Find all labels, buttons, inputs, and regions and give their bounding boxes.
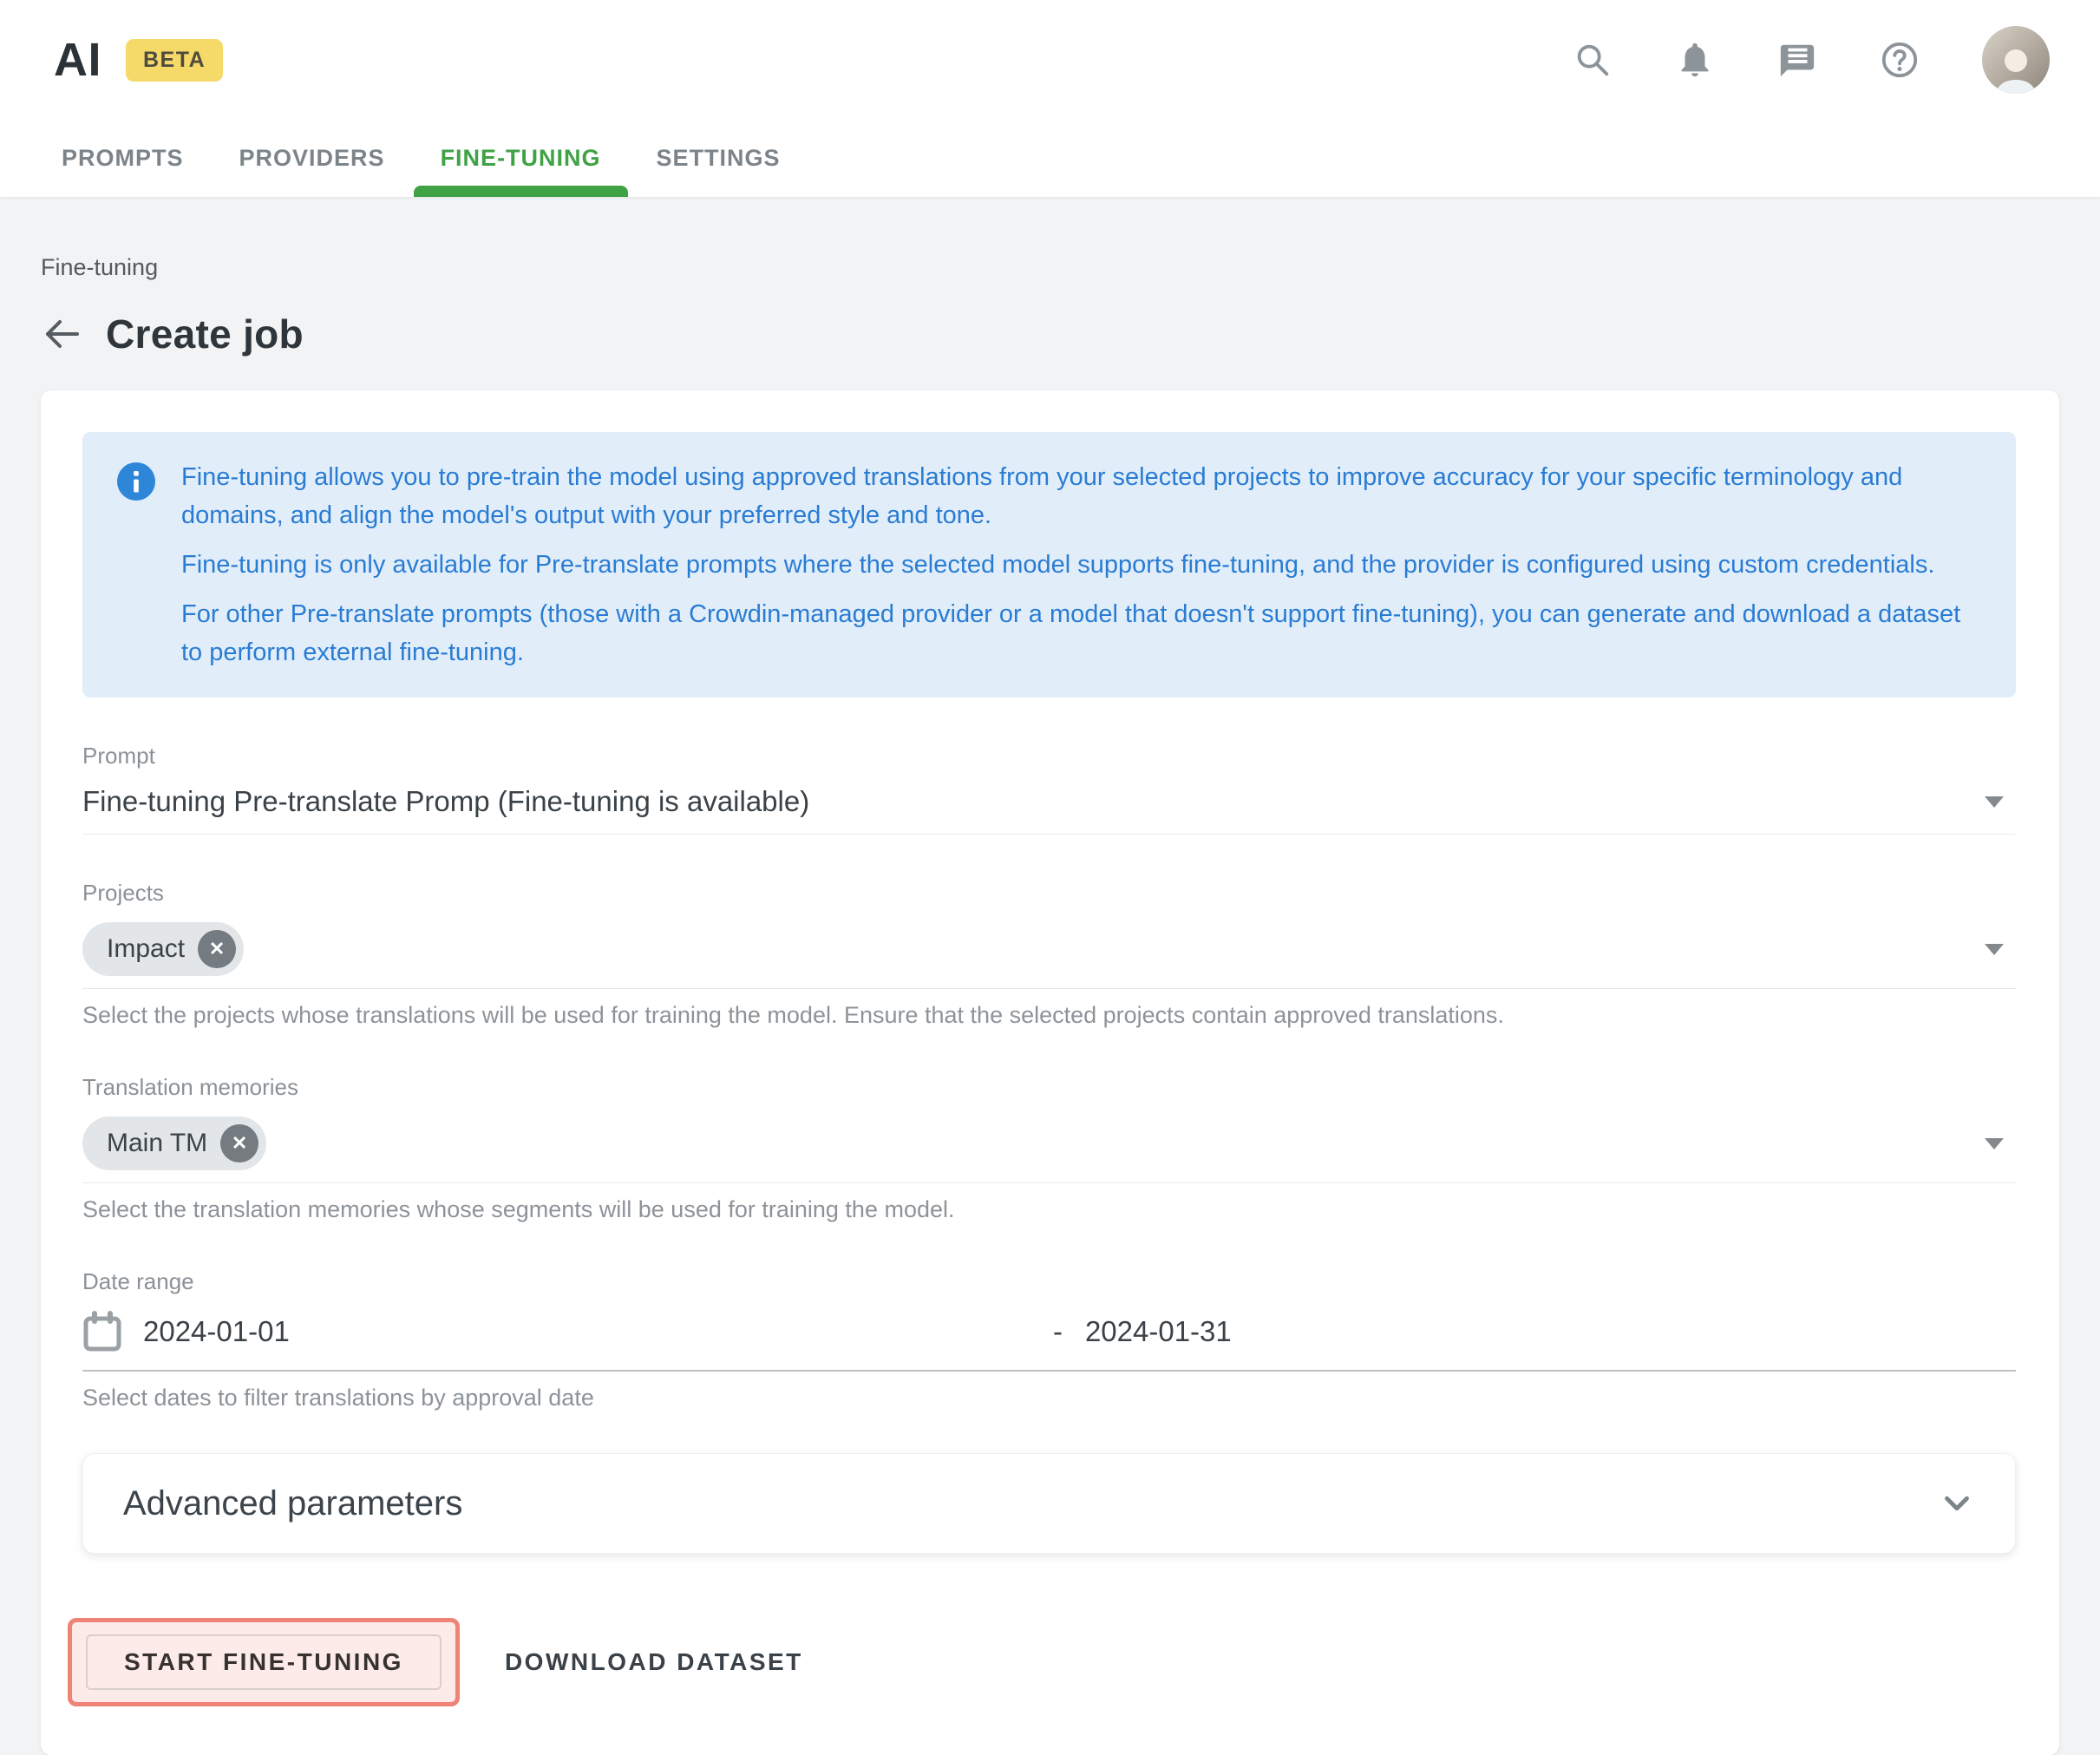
projects-select[interactable]: Impact ✕ [82, 922, 2016, 989]
date-range-helper: Select dates to filter translations by a… [82, 1385, 2016, 1411]
project-chip-label: Impact [107, 934, 185, 964]
info-banner-text: Fine-tuning allows you to pre-train the … [181, 458, 1981, 671]
calendar-icon [82, 1311, 122, 1352]
header-actions [1573, 26, 2050, 94]
date-end-input[interactable]: 2024-01-31 [1085, 1315, 1232, 1348]
translation-memories-field: Translation memories Main TM ✕ Select th… [82, 1074, 2016, 1223]
date-start-input[interactable]: 2024-01-01 [82, 1311, 1053, 1352]
tab-prompts[interactable]: PROMPTS [35, 120, 211, 197]
tab-prompts-label: PROMPTS [62, 145, 184, 172]
dropdown-caret-icon[interactable] [1985, 1138, 2004, 1149]
tm-chip: Main TM ✕ [82, 1117, 266, 1170]
tab-settings-label: SETTINGS [657, 145, 781, 172]
dropdown-caret-icon[interactable] [1985, 796, 2004, 808]
tab-providers[interactable]: PROVIDERS [213, 120, 412, 197]
messages-icon[interactable] [1777, 40, 1817, 80]
banner-paragraph-1: Fine-tuning allows you to pre-train the … [181, 458, 1981, 534]
tm-chip-remove-icon[interactable]: ✕ [220, 1124, 258, 1162]
prompt-value: Fine-tuning Pre-translate Promp (Fine-tu… [82, 785, 809, 818]
translation-memories-select[interactable]: Main TM ✕ [82, 1117, 2016, 1183]
advanced-parameters-label: Advanced parameters [123, 1484, 462, 1523]
projects-field: Projects Impact ✕ Select the projects wh… [82, 880, 2016, 1029]
date-start-value: 2024-01-01 [143, 1315, 290, 1348]
projects-label: Projects [82, 880, 2016, 907]
help-icon[interactable] [1880, 40, 1920, 80]
prompt-field: Prompt Fine-tuning Pre-translate Promp (… [82, 743, 2016, 835]
page-title: Create job [106, 311, 304, 357]
app-logo: AI [54, 33, 101, 87]
tab-fine-tuning[interactable]: FINE-TUNING [414, 120, 628, 197]
dropdown-caret-icon[interactable] [1985, 944, 2004, 955]
translation-memories-label: Translation memories [82, 1074, 2016, 1101]
top-bar: AI BETA [0, 0, 2100, 120]
advanced-parameters-accordion[interactable]: Advanced parameters [82, 1453, 2016, 1554]
start-fine-tuning-button[interactable]: START FINE-TUNING [86, 1634, 442, 1690]
avatar[interactable] [1982, 26, 2050, 94]
banner-paragraph-3: For other Pre-translate prompts (those w… [181, 595, 1981, 671]
tab-providers-label: PROVIDERS [239, 145, 385, 172]
project-chip: Impact ✕ [82, 922, 244, 976]
start-button-highlight: START FINE-TUNING [68, 1618, 460, 1706]
translation-memories-helper: Select the translation memories whose se… [82, 1196, 2016, 1223]
tab-settings[interactable]: SETTINGS [630, 120, 808, 197]
nav-tabs: PROMPTS PROVIDERS FINE-TUNING SETTINGS [0, 120, 2100, 197]
app-header: AI BETA [0, 0, 2100, 197]
beta-badge: BETA [126, 39, 223, 82]
download-dataset-button[interactable]: DOWNLOAD DATASET [489, 1634, 819, 1690]
back-arrow-icon[interactable] [41, 313, 82, 355]
tm-chip-label: Main TM [107, 1129, 207, 1158]
info-banner: Fine-tuning allows you to pre-train the … [82, 432, 2016, 697]
breadcrumb: Fine-tuning [41, 254, 2059, 281]
info-icon [117, 462, 155, 501]
chevron-down-icon[interactable] [1937, 1483, 1977, 1523]
page-content: Fine-tuning Create job Fine-tuning allow… [0, 254, 2100, 1755]
prompt-label: Prompt [82, 743, 2016, 769]
actions-row: START FINE-TUNING DOWNLOAD DATASET [82, 1618, 2016, 1706]
notifications-icon[interactable] [1675, 40, 1715, 80]
date-range-field: Date range 2024-01-01 - 2024-01-31 Selec… [82, 1268, 2016, 1411]
date-range-row: 2024-01-01 - 2024-01-31 [82, 1311, 2016, 1372]
tab-fine-tuning-label: FINE-TUNING [441, 145, 601, 172]
projects-helper: Select the projects whose translations w… [82, 1002, 2016, 1029]
title-row: Create job [41, 311, 2059, 357]
date-separator: - [1053, 1315, 1063, 1348]
project-chip-remove-icon[interactable]: ✕ [198, 930, 236, 968]
prompt-select[interactable]: Fine-tuning Pre-translate Promp (Fine-tu… [82, 785, 2016, 835]
create-job-card: Fine-tuning allows you to pre-train the … [41, 390, 2059, 1755]
banner-paragraph-2: Fine-tuning is only available for Pre-tr… [181, 546, 1981, 584]
date-range-label: Date range [82, 1268, 2016, 1295]
search-icon[interactable] [1573, 40, 1613, 80]
